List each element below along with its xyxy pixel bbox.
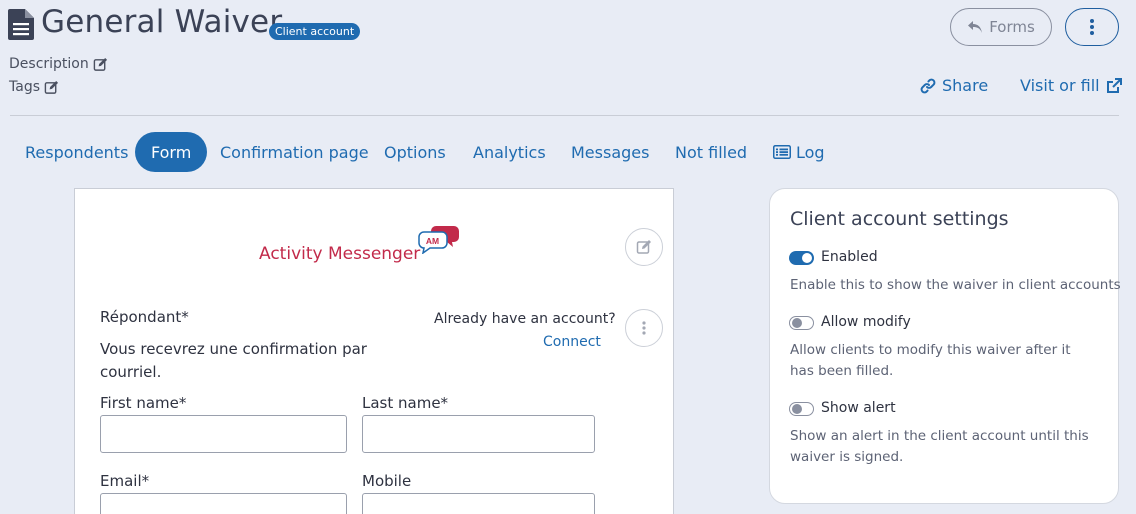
- tab-form[interactable]: Form: [135, 132, 208, 172]
- tab-options[interactable]: Options: [384, 132, 446, 172]
- client-account-badge: Client account: [269, 23, 361, 40]
- tags-label: Tags: [9, 79, 40, 95]
- edit-icon: [44, 80, 59, 94]
- tab-messages[interactable]: Messages: [571, 132, 649, 172]
- settings-title: Client account settings: [790, 208, 1009, 230]
- first-name-label: First name*: [100, 394, 187, 412]
- tab-log-label: Log: [796, 142, 825, 162]
- allow-modify-toggle[interactable]: [789, 316, 814, 330]
- visit-label: Visit or fill: [1020, 76, 1100, 95]
- allow-modify-description: Allow clients to modify this waiver afte…: [790, 342, 1071, 379]
- first-name-input[interactable]: [100, 415, 347, 453]
- tab-log[interactable]: Log: [773, 132, 825, 172]
- edit-icon: [636, 240, 651, 254]
- tab-confirmation-page[interactable]: Confirmation page: [220, 132, 369, 172]
- visit-or-fill-link[interactable]: Visit or fill: [1020, 76, 1122, 95]
- chat-bubbles-logo-icon: AM: [418, 226, 459, 254]
- toggle-knob: [792, 404, 802, 414]
- email-input[interactable]: [100, 493, 347, 514]
- toggle-knob: [792, 318, 802, 328]
- allow-modify-label: Allow modify: [821, 314, 911, 330]
- last-name-label: Last name*: [362, 394, 449, 412]
- edit-header-button[interactable]: [625, 228, 663, 266]
- tab-analytics[interactable]: Analytics: [473, 132, 546, 172]
- external-link-icon: [1106, 77, 1122, 93]
- logo-badge-text: AM: [426, 236, 439, 246]
- email-label: Email*: [100, 472, 150, 490]
- already-account-text: Already have an account?: [434, 311, 616, 327]
- last-name-input[interactable]: [362, 415, 595, 453]
- link-icon: [920, 78, 936, 93]
- toggle-knob: [802, 253, 812, 263]
- show-alert-description: Show an alert in the client account unti…: [790, 428, 1089, 465]
- connect-link[interactable]: Connect: [543, 334, 601, 350]
- section-options-button[interactable]: [625, 309, 663, 347]
- description-label: Description: [9, 56, 89, 72]
- list-icon: [773, 145, 791, 159]
- respondent-heading: Répondant*: [100, 308, 189, 326]
- show-alert-label: Show alert: [821, 400, 896, 416]
- undo-arrow-icon: [968, 21, 983, 33]
- mobile-input[interactable]: [362, 493, 595, 514]
- share-link[interactable]: Share: [920, 76, 988, 95]
- vertical-ellipsis-icon: [1090, 19, 1094, 35]
- tags-edit[interactable]: Tags: [9, 79, 59, 95]
- description-edit[interactable]: Description: [9, 56, 108, 72]
- enabled-toggle[interactable]: [789, 251, 814, 265]
- more-options-button[interactable]: [1065, 8, 1119, 46]
- edit-icon: [93, 57, 107, 71]
- activity-messenger-logo: Activity Messenger: [259, 244, 421, 264]
- enabled-description: Enable this to show the waiver in client…: [790, 277, 1121, 293]
- header-divider: [10, 115, 1119, 116]
- vertical-ellipsis-icon: [642, 321, 646, 335]
- show-alert-toggle[interactable]: [789, 402, 814, 416]
- document-icon: [8, 9, 34, 40]
- mobile-label: Mobile: [362, 472, 412, 490]
- forms-button-label: Forms: [989, 18, 1035, 36]
- page-title: General Waiver: [41, 4, 283, 40]
- tab-not-filled[interactable]: Not filled: [675, 132, 747, 172]
- enabled-label: Enabled: [821, 249, 878, 265]
- back-to-forms-button[interactable]: Forms: [950, 8, 1052, 46]
- share-label: Share: [942, 76, 989, 95]
- confirmation-note: Vous recevrez une confirmation par courr…: [100, 340, 367, 381]
- tab-respondents[interactable]: Respondents: [25, 132, 128, 172]
